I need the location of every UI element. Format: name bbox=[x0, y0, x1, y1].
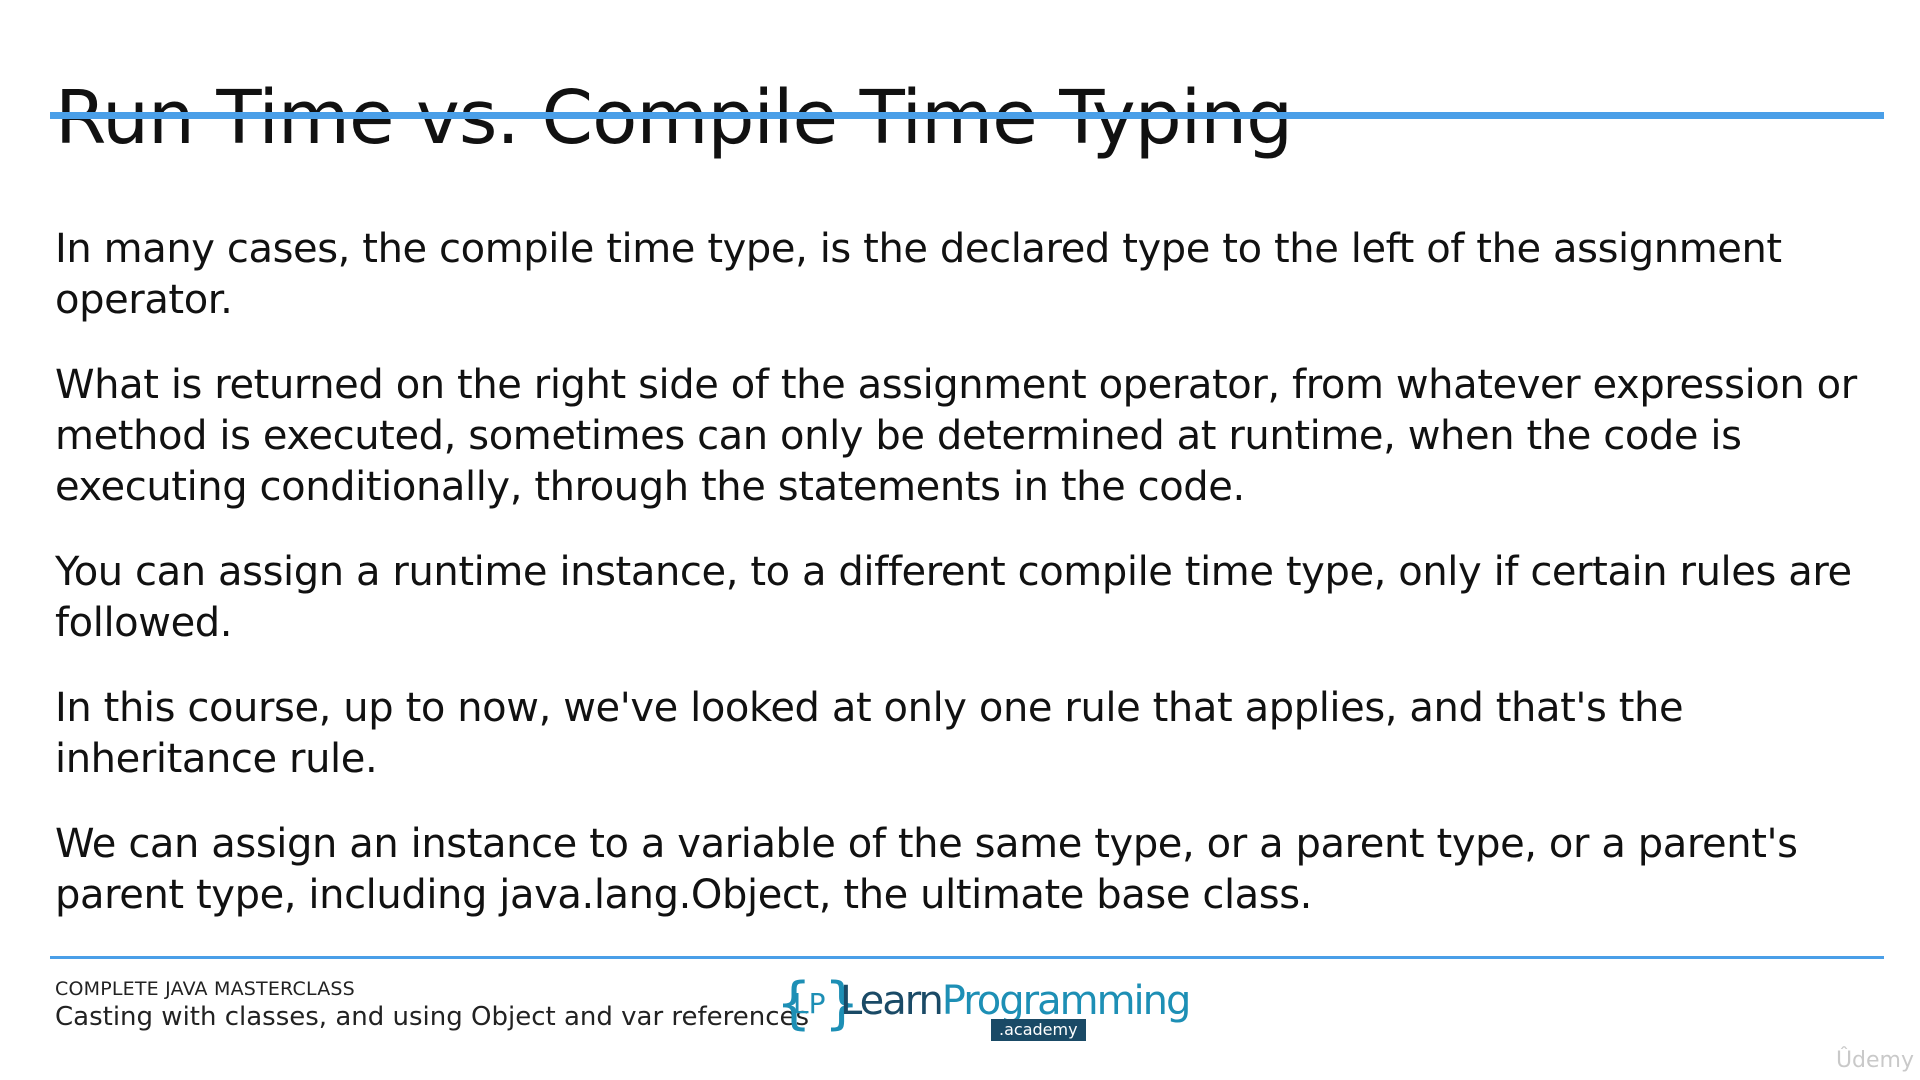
udemy-watermark: Ûdemy bbox=[1835, 1048, 1914, 1073]
footer-divider bbox=[50, 956, 1884, 959]
logo-lp-mark: LP bbox=[793, 987, 826, 1020]
footer-course-name: COMPLETE JAVA MASTERCLASS bbox=[55, 978, 355, 1000]
paragraph-parent-types: We can assign an instance to a variable … bbox=[55, 821, 1798, 918]
learn-programming-academy-logo: { LP } LearnProgramming .academy bbox=[776, 975, 1191, 1043]
logo-academy-tag: .academy bbox=[991, 1019, 1086, 1041]
footer-lesson-title: Casting with classes, and using Object a… bbox=[55, 1002, 810, 1032]
logo-word-learn: Learn bbox=[840, 978, 944, 1024]
slide-body: In many cases, the compile time type, is… bbox=[55, 224, 1885, 955]
logo-wordmark: LearnProgramming bbox=[840, 977, 1192, 1025]
logo-word-programming: Programming bbox=[941, 978, 1192, 1024]
paragraph-runtime-return: What is returned on the right side of th… bbox=[55, 362, 1857, 510]
paragraph-inheritance-rule: In this course, up to now, we've looked … bbox=[55, 685, 1684, 782]
paragraph-compile-time-type: In many cases, the compile time type, is… bbox=[55, 226, 1782, 323]
title-divider bbox=[50, 112, 1884, 119]
paragraph-assignment-rules: You can assign a runtime instance, to a … bbox=[55, 549, 1852, 646]
